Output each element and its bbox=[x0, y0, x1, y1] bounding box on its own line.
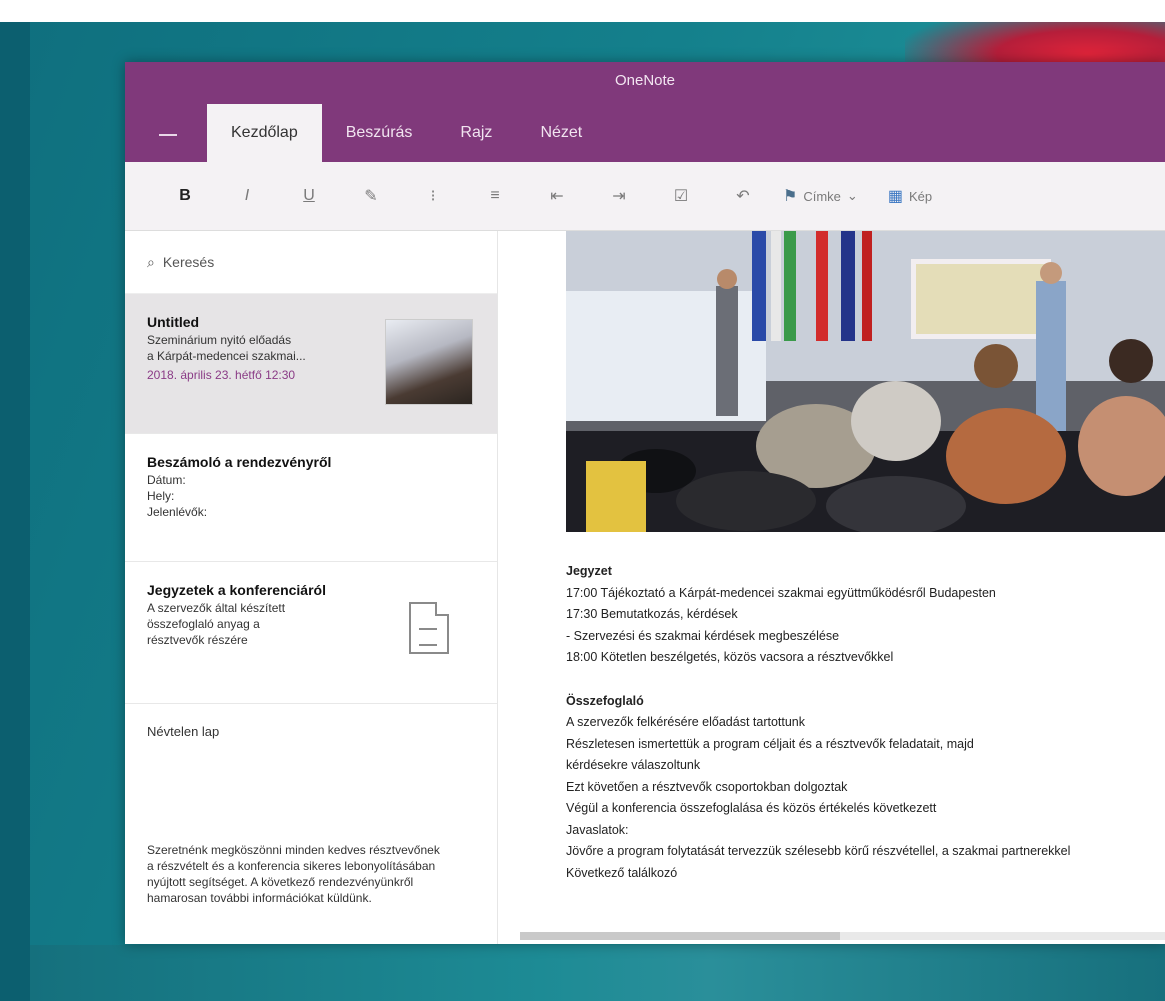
indent-icon[interactable]: ⇥ bbox=[597, 181, 641, 211]
tab-view[interactable]: Nézet bbox=[516, 104, 606, 162]
desktop-background bbox=[0, 22, 30, 1001]
onenote-window: OneNote Kezdőlap Beszúrás Rajz Nézet B I… bbox=[125, 62, 1165, 944]
tab-insert[interactable]: Beszúrás bbox=[322, 104, 437, 162]
note-line: Részletesen ismertettük a program céljai… bbox=[566, 736, 974, 751]
note-line: - Szervezési és szakmai kérdések megbesz… bbox=[566, 628, 840, 643]
title-bar: OneNote Kezdőlap Beszúrás Rajz Nézet bbox=[125, 62, 1165, 162]
desktop-background-bottom bbox=[30, 945, 1165, 1001]
horizontal-scrollbar[interactable] bbox=[520, 932, 1165, 940]
todo-checkbox-icon[interactable]: ☑ bbox=[659, 181, 703, 211]
note-line: a részvételt és a konferencia sikeres le… bbox=[147, 859, 436, 873]
underline-icon[interactable]: U bbox=[287, 181, 331, 211]
tag-label: Címke bbox=[803, 188, 841, 204]
italic-icon[interactable]: I bbox=[225, 181, 269, 211]
search-label: Keresés bbox=[162, 254, 215, 270]
page-item-3[interactable]: Jegyzetek a konferenciáról A szervezők á… bbox=[125, 562, 497, 704]
page-title: Beszámoló a rendezvényről bbox=[147, 454, 332, 470]
note-line: hamarosan további információkat küldünk. bbox=[147, 891, 372, 905]
page-bottom-note: Szeretnénk megköszönni minden kedves rés… bbox=[147, 842, 481, 906]
picture-icon: ▦ bbox=[887, 188, 903, 205]
note-line: Szeretnénk megköszönni minden kedves rés… bbox=[147, 843, 440, 857]
note-body[interactable]: Jegyzet 17:00 Tájékoztató a Kárpát-meden… bbox=[566, 561, 1165, 884]
tab-draw[interactable]: Rajz bbox=[436, 104, 516, 162]
tag-icon: ⚑ bbox=[783, 188, 798, 205]
tab-home[interactable]: Kezdőlap bbox=[207, 104, 322, 162]
page-item-2[interactable]: Beszámoló a rendezvényről Dátum: Hely: J… bbox=[125, 434, 497, 562]
note-line: 17:30 Bemutatkozás, kérdések bbox=[566, 607, 738, 621]
page-thumbnail-image bbox=[385, 319, 473, 405]
note-line: Végül a konferencia összefoglalása és kö… bbox=[566, 801, 937, 815]
picture-button[interactable]: ▦ Kép bbox=[888, 186, 932, 206]
numbered-list-icon[interactable]: ≡ bbox=[473, 181, 517, 211]
search-bar[interactable]: ⌕ Keresés bbox=[125, 231, 497, 294]
outdent-icon[interactable]: ⇤ bbox=[535, 181, 579, 211]
page-title: Névtelen lap bbox=[147, 724, 220, 739]
note-line: 18:00 Kötetlen beszélgetés, közös vacsor… bbox=[566, 650, 894, 664]
page-preview-line: Hely: bbox=[147, 489, 175, 503]
note-heading: Összefoglaló bbox=[566, 693, 644, 708]
app-title: OneNote bbox=[614, 72, 676, 89]
note-line: A szervezők felkérésére előadást tartott… bbox=[566, 715, 806, 729]
note-heading: Jegyzet bbox=[566, 564, 612, 578]
chevron-down-icon: ⌄ bbox=[846, 188, 858, 203]
highlight-icon[interactable]: ✎ bbox=[349, 181, 393, 211]
ribbon-tabs: Kezdőlap Beszúrás Rajz Nézet bbox=[207, 104, 606, 162]
bold-button[interactable]: B bbox=[163, 181, 207, 211]
page-title: Jegyzetek a konferenciáról bbox=[147, 582, 326, 598]
note-line: kérdésekre válaszoltunk bbox=[566, 758, 701, 772]
note-line: Ezt követően a résztvevők csoportokban d… bbox=[566, 779, 848, 794]
page-item-1[interactable]: Untitled Szeminárium nyitó előadás a Kár… bbox=[125, 294, 497, 434]
page-list: ⌕ Keresés Untitled Szeminárium nyitó elő… bbox=[125, 231, 498, 944]
note-line: Jövőre a program folytatását tervezzük s… bbox=[566, 844, 1071, 858]
page-preview-line: Dátum: bbox=[147, 473, 186, 487]
search-icon: ⌕ bbox=[147, 253, 155, 270]
page-item-4[interactable]: Névtelen lap Szeretnénk megköszönni mind… bbox=[125, 704, 497, 944]
document-icon bbox=[409, 602, 449, 654]
scrollbar-thumb[interactable] bbox=[520, 932, 840, 940]
note-line: Javaslatok: bbox=[566, 822, 629, 837]
hamburger-menu-icon[interactable] bbox=[159, 134, 177, 136]
ribbon-toolbar: B I U ✎ ⁝ ≡ ⇤ ⇥ ☑ ↶ ⚑ Címke ⌄ ▦ Kép bbox=[125, 162, 1165, 231]
page-preview-line: Jelenlévők: bbox=[147, 505, 208, 519]
page-content[interactable]: Jegyzet 17:00 Tájékoztató a Kárpát-meden… bbox=[498, 231, 1165, 944]
tag-button[interactable]: ⚑ Címke ⌄ bbox=[783, 186, 858, 206]
bullet-list-icon[interactable]: ⁝ bbox=[411, 181, 455, 211]
note-line: Következő találkozó bbox=[566, 865, 678, 880]
note-line: 17:00 Tájékoztató a Kárpát-medencei szak… bbox=[566, 585, 996, 600]
undo-icon[interactable]: ↶ bbox=[721, 181, 765, 211]
picture-label: Kép bbox=[908, 188, 933, 204]
embedded-photo[interactable] bbox=[566, 231, 1165, 532]
photo-graphic bbox=[566, 231, 1165, 532]
note-line: nyújtott segítséget. A következő rendezv… bbox=[147, 875, 414, 889]
